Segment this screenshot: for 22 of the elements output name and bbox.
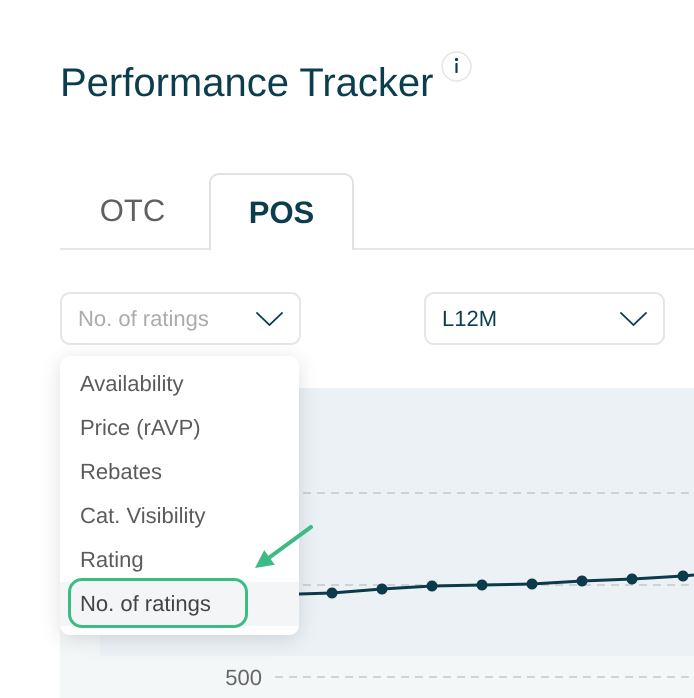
data-point (326, 588, 338, 598)
dropdown[interactable]: L12M (424, 292, 665, 345)
data-point (376, 584, 388, 594)
data-point (678, 570, 688, 582)
menu-item[interactable]: Price (rAVP) (60, 406, 299, 450)
data-point (526, 578, 538, 590)
menu-item[interactable]: Cat. Visibility (60, 494, 299, 538)
tab[interactable]: OTC (60, 173, 205, 248)
data-point (476, 580, 488, 590)
menu-item[interactable]: Rebates (60, 450, 299, 494)
tab[interactable]: POS (209, 173, 354, 250)
info-icon[interactable] (441, 51, 472, 82)
data-point (426, 580, 438, 592)
y-axis-label: 500 (225, 665, 262, 690)
data-point (626, 574, 638, 584)
data-point (576, 576, 588, 586)
page-title: Performance Tracker (60, 63, 434, 103)
menu-item[interactable]: No. of ratings (60, 582, 299, 626)
chevron-down-icon (256, 312, 283, 326)
menu-item[interactable]: Availability (60, 362, 299, 406)
menu-item[interactable]: Rating (60, 538, 299, 582)
chevron-down-icon (620, 312, 647, 326)
